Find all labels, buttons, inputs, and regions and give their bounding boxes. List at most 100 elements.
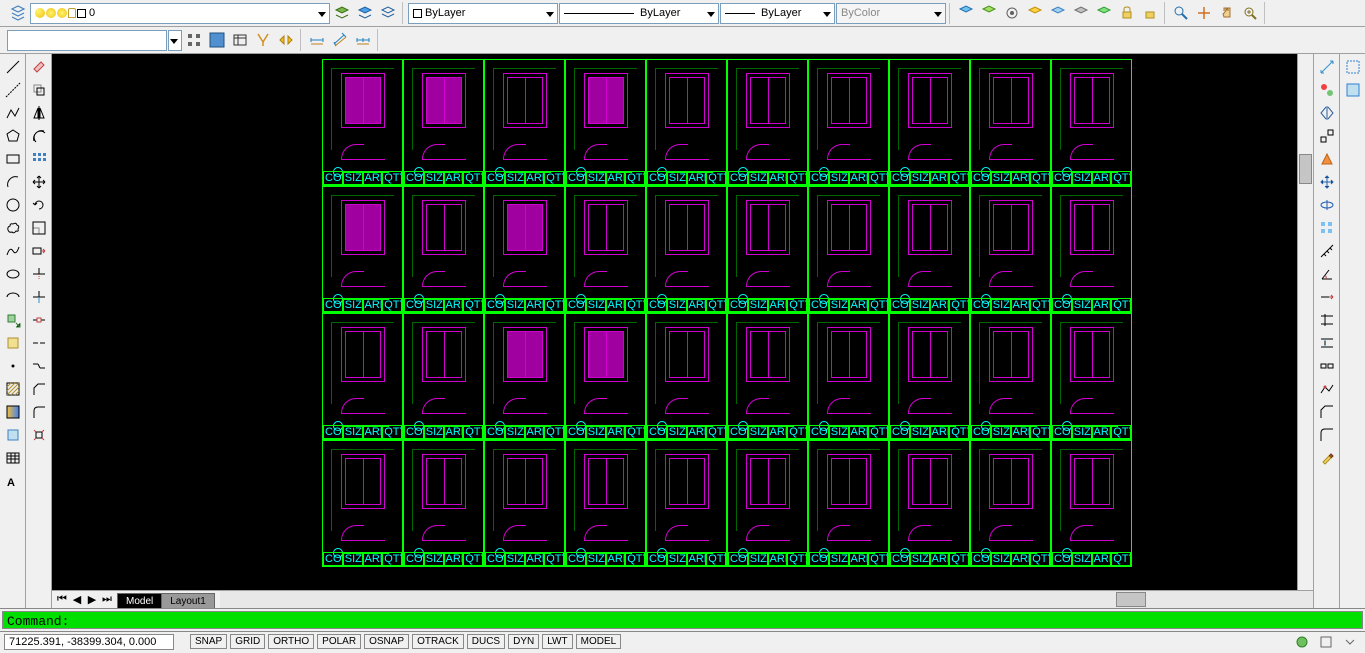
table-button[interactable] [2, 447, 24, 469]
layer-unlock-button[interactable] [1139, 2, 1161, 24]
copy-button[interactable] [28, 79, 50, 101]
status-grid[interactable]: GRID [230, 634, 265, 649]
layer-walk-button[interactable] [1024, 2, 1046, 24]
trim-button[interactable] [28, 263, 50, 285]
layer-lock-button[interactable] [1116, 2, 1138, 24]
zoom-extents-button[interactable] [1193, 2, 1215, 24]
layer-settings-button[interactable] [1001, 2, 1023, 24]
status-polar[interactable]: POLAR [317, 634, 361, 649]
layer-previous-button[interactable] [331, 2, 353, 24]
command-line[interactable]: Command: [2, 611, 1363, 629]
chamfer-button[interactable] [28, 378, 50, 400]
pline-button[interactable] [2, 102, 24, 124]
revcloud-button[interactable] [2, 217, 24, 239]
command-combo-arrow[interactable] [168, 30, 182, 51]
explode-button[interactable] [28, 424, 50, 446]
polygon-button[interactable] [2, 125, 24, 147]
status-clean-button[interactable] [1315, 631, 1337, 653]
tool-quickcalc-button[interactable] [275, 29, 297, 51]
tool-qselect-button[interactable] [252, 29, 274, 51]
status-ducs[interactable]: DUCS [467, 634, 505, 649]
vertical-scrollbar[interactable] [1297, 54, 1313, 590]
drawing-canvas[interactable]: CODESIZEAREAQTYCODESIZEAREAQTYCODESIZEAR… [52, 54, 1297, 590]
plotstyle-dropdown[interactable]: ByColor [836, 3, 946, 24]
pan-button[interactable] [1216, 2, 1238, 24]
status-lwt[interactable]: LWT [542, 634, 572, 649]
pedit-button[interactable] [1316, 378, 1338, 400]
scale-button[interactable] [28, 217, 50, 239]
select-prev-button[interactable] [1342, 79, 1364, 101]
lineweight-dropdown[interactable]: ByLayer [720, 3, 835, 24]
extend2-button[interactable] [1316, 332, 1338, 354]
layer-freeze-button[interactable] [1047, 2, 1069, 24]
layer-make-current-button[interactable] [955, 2, 977, 24]
hscroll-thumb[interactable] [1116, 592, 1146, 607]
arc-button[interactable] [2, 171, 24, 193]
break-button[interactable] [28, 309, 50, 331]
measure-button[interactable] [1316, 240, 1338, 262]
status-osnap[interactable]: OSNAP [364, 634, 409, 649]
status-model[interactable]: MODEL [576, 634, 622, 649]
align-button[interactable] [1316, 125, 1338, 147]
matchprop-button[interactable] [1316, 447, 1338, 469]
region-button[interactable] [2, 424, 24, 446]
tab-first-button[interactable]: ⏮ [55, 593, 69, 607]
dim-linear-button[interactable] [306, 29, 328, 51]
zoom-window-button[interactable] [1170, 2, 1192, 24]
rotate3d-button[interactable] [1316, 194, 1338, 216]
layer-match-button[interactable] [978, 2, 1000, 24]
mtext-button[interactable]: A [2, 470, 24, 492]
tab-prev-button[interactable]: ◀ [70, 593, 84, 607]
array-rect-button[interactable] [1316, 217, 1338, 239]
ellipse-arc-button[interactable] [2, 286, 24, 308]
tab-next-button[interactable]: ▶ [85, 593, 99, 607]
mirror-button[interactable] [28, 102, 50, 124]
line-button[interactable] [2, 56, 24, 78]
circle-button[interactable] [2, 194, 24, 216]
tool-orange-button[interactable] [1316, 148, 1338, 170]
tool-pattern-button[interactable] [183, 29, 205, 51]
status-otrack[interactable]: OTRACK [412, 634, 464, 649]
array-button[interactable] [28, 148, 50, 170]
spline-button[interactable] [2, 240, 24, 262]
status-snap[interactable]: SNAP [190, 634, 227, 649]
make-block-button[interactable] [2, 332, 24, 354]
layer-on-button[interactable] [1093, 2, 1115, 24]
properties-button[interactable] [1316, 79, 1338, 101]
point-button[interactable] [2, 355, 24, 377]
layer-off-button[interactable] [1070, 2, 1092, 24]
layer-states-button[interactable] [354, 2, 376, 24]
status-tray-button[interactable] [1339, 631, 1361, 653]
break2-button[interactable] [1316, 355, 1338, 377]
status-dyn[interactable]: DYN [508, 634, 539, 649]
move-button[interactable] [28, 171, 50, 193]
rectangle-button[interactable] [2, 148, 24, 170]
color-dropdown[interactable]: ByLayer [408, 3, 558, 24]
linetype-dropdown[interactable]: ByLayer [559, 3, 719, 24]
move2-button[interactable] [1316, 171, 1338, 193]
offset-button[interactable] [28, 125, 50, 147]
dim-continue-button[interactable] [352, 29, 374, 51]
tab-last-button[interactable]: ⏭ [100, 593, 114, 607]
horizontal-scrollbar[interactable] [220, 591, 1313, 608]
layer-dropdown[interactable]: 0 [30, 3, 330, 24]
command-combo[interactable] [7, 30, 167, 51]
extend-button[interactable] [28, 286, 50, 308]
fillet2-button[interactable] [1316, 424, 1338, 446]
zoom-realtime-button[interactable] [1239, 2, 1261, 24]
mirror3d-button[interactable] [1316, 102, 1338, 124]
insert-block-button[interactable] [2, 309, 24, 331]
select-all-button[interactable] [1342, 56, 1364, 78]
ellipse-button[interactable] [2, 263, 24, 285]
hatch-button[interactable] [2, 378, 24, 400]
gradient-button[interactable] [2, 401, 24, 423]
trim2-button[interactable] [1316, 309, 1338, 331]
break-at-button[interactable] [28, 332, 50, 354]
stretch-button[interactable] [28, 240, 50, 262]
vscroll-thumb[interactable] [1299, 154, 1312, 184]
layer-iso-button[interactable] [377, 2, 399, 24]
tool-content-button[interactable] [229, 29, 251, 51]
dim-aligned-button[interactable] [329, 29, 351, 51]
join-button[interactable] [28, 355, 50, 377]
fillet-button[interactable] [28, 401, 50, 423]
